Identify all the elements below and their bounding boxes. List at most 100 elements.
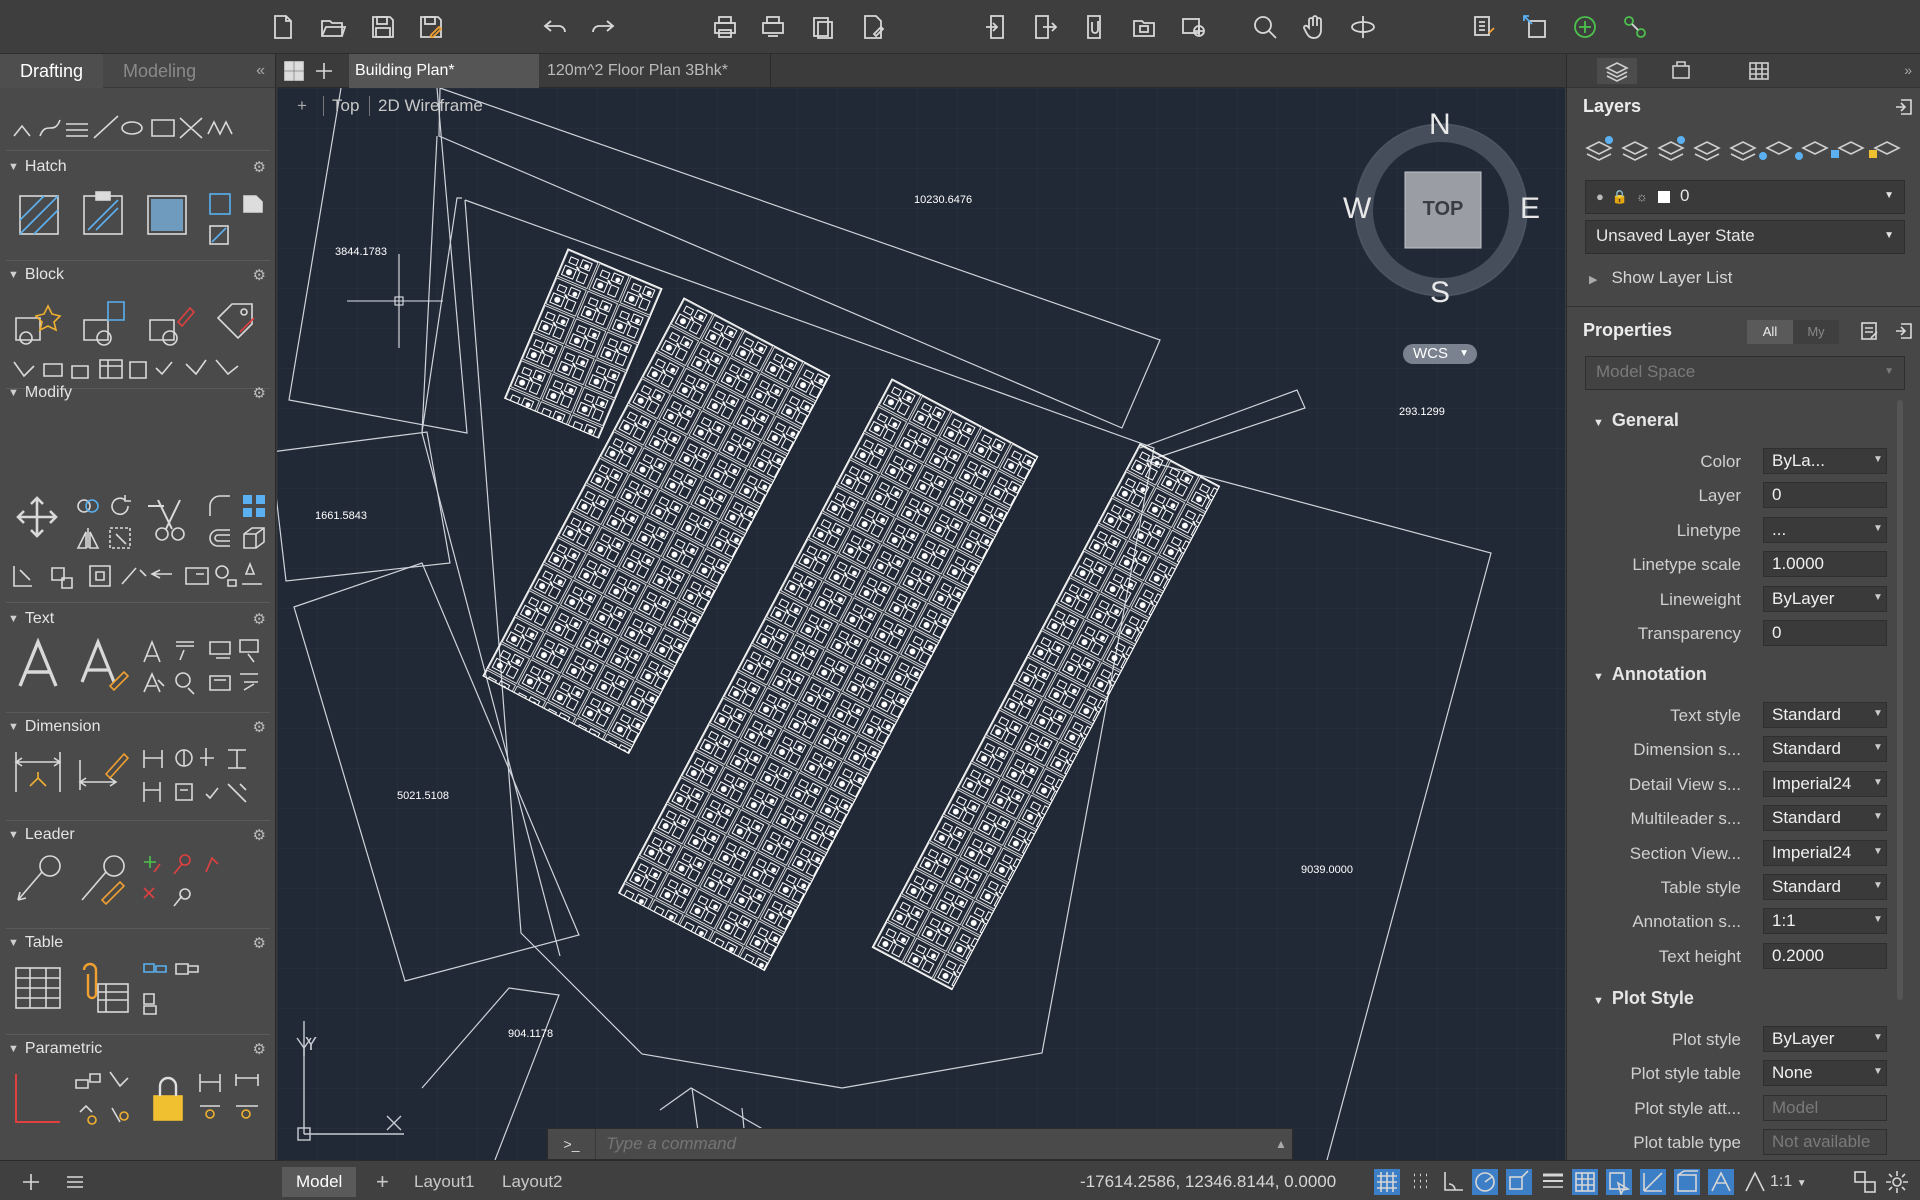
view-label[interactable]: Top bbox=[323, 96, 359, 116]
gear-icon[interactable]: ⚙ bbox=[253, 384, 266, 402]
multileader-icon[interactable] bbox=[12, 854, 64, 906]
orbit-icon[interactable] bbox=[1346, 10, 1380, 44]
gear-icon[interactable]: ⚙ bbox=[253, 934, 266, 952]
dynamic-input-icon[interactable] bbox=[1674, 1169, 1700, 1195]
constraint-tools-grid[interactable] bbox=[72, 1068, 136, 1128]
gear-icon[interactable] bbox=[1884, 1169, 1910, 1195]
dimension-tools-grid[interactable] bbox=[140, 744, 270, 806]
attach-icon[interactable] bbox=[1078, 10, 1112, 44]
tab-modeling[interactable]: Modeling bbox=[103, 54, 216, 88]
draw-tools-row[interactable] bbox=[10, 110, 268, 142]
property-value[interactable]: Standard bbox=[1763, 702, 1887, 728]
table-icon[interactable] bbox=[12, 964, 64, 1012]
zoom-icon[interactable] bbox=[1248, 10, 1282, 44]
viewcube-east[interactable]: E bbox=[1520, 192, 1540, 226]
edit-block-icon[interactable] bbox=[144, 298, 196, 350]
lock-icon[interactable] bbox=[148, 1070, 188, 1126]
property-value[interactable]: ... bbox=[1763, 516, 1887, 543]
hatch-section-title[interactable]: Hatch bbox=[25, 158, 67, 176]
table-section-title[interactable]: Table bbox=[25, 934, 63, 952]
pan-icon[interactable] bbox=[1298, 10, 1332, 44]
viewport-plus[interactable]: + bbox=[297, 96, 307, 116]
undo-icon[interactable] bbox=[538, 10, 572, 44]
property-value[interactable]: Imperial24 bbox=[1763, 839, 1887, 866]
ortho-toggle-icon[interactable] bbox=[1440, 1169, 1466, 1195]
data-link-icon[interactable] bbox=[76, 960, 132, 1016]
property-value[interactable]: Model bbox=[1763, 1094, 1887, 1121]
offset-icon[interactable] bbox=[206, 524, 234, 552]
property-value[interactable]: 1.0000 bbox=[1763, 551, 1887, 578]
annotation-group-header[interactable]: ▼ Annotation bbox=[1593, 664, 1707, 685]
layer-state-dropdown[interactable]: Unsaved Layer State ▼ bbox=[1585, 220, 1905, 254]
transparency-toggle-icon[interactable] bbox=[1572, 1169, 1598, 1195]
boundary-icon[interactable] bbox=[206, 190, 234, 218]
gear-icon[interactable]: ⚙ bbox=[253, 158, 266, 176]
add-new-icon[interactable] bbox=[1568, 10, 1602, 44]
blocks-tab-icon[interactable] bbox=[1661, 58, 1701, 84]
array-icon[interactable] bbox=[240, 492, 268, 520]
tile-view-icon[interactable] bbox=[283, 60, 305, 82]
create-block-icon[interactable] bbox=[10, 298, 62, 350]
parametric-section-title[interactable]: Parametric bbox=[25, 1040, 102, 1058]
command-line[interactable]: >_ ▲ bbox=[547, 1128, 1293, 1160]
dimension-style-icon[interactable] bbox=[76, 746, 130, 798]
save-as-icon[interactable] bbox=[414, 10, 448, 44]
modify-tools-row[interactable] bbox=[10, 560, 268, 590]
page-setup-icon[interactable] bbox=[856, 10, 890, 44]
auto-constrain-icon[interactable] bbox=[12, 1070, 64, 1126]
batch-plot-icon[interactable] bbox=[756, 10, 790, 44]
tab-building-plan[interactable]: Building Plan* bbox=[349, 54, 539, 88]
filter-all-button[interactable]: All bbox=[1747, 320, 1793, 344]
gear-icon[interactable]: ⚙ bbox=[253, 718, 266, 736]
menu-icon[interactable] bbox=[64, 1171, 86, 1193]
property-value[interactable]: Not available bbox=[1763, 1129, 1887, 1156]
scale-icon[interactable] bbox=[106, 524, 134, 552]
leader-section-title[interactable]: Leader bbox=[25, 826, 75, 844]
publish-icon[interactable] bbox=[806, 10, 840, 44]
dimension-section-title[interactable]: Dimension bbox=[25, 718, 101, 736]
property-value[interactable]: ByLa... bbox=[1763, 448, 1887, 474]
dimensional-constraint-grid[interactable] bbox=[196, 1068, 270, 1128]
layer-tools-row[interactable] bbox=[1585, 134, 1905, 164]
grid-toggle-icon[interactable] bbox=[1374, 1169, 1400, 1195]
connect-icon[interactable] bbox=[1618, 10, 1652, 44]
snap-toggle-icon[interactable] bbox=[1408, 1169, 1434, 1195]
mirror-icon[interactable] bbox=[74, 524, 102, 552]
explode-3d-icon[interactable] bbox=[240, 524, 268, 552]
gear-icon[interactable]: ⚙ bbox=[253, 1040, 266, 1058]
property-value[interactable]: Standard bbox=[1763, 736, 1887, 763]
dynamic-ucs-icon[interactable] bbox=[1640, 1169, 1666, 1195]
text-tools-grid[interactable] bbox=[140, 636, 270, 698]
copy-icon[interactable] bbox=[74, 492, 102, 520]
tab-layout1[interactable]: Layout1 bbox=[400, 1167, 489, 1197]
property-value[interactable]: None bbox=[1763, 1060, 1887, 1087]
workspace-switch-icon[interactable] bbox=[1852, 1169, 1878, 1195]
property-value[interactable]: 1:1 bbox=[1763, 908, 1887, 935]
quick-select-icon[interactable] bbox=[1859, 320, 1881, 342]
rotate-icon[interactable] bbox=[106, 492, 134, 520]
polar-toggle-icon[interactable] bbox=[1472, 1169, 1498, 1195]
insert-block-icon[interactable] bbox=[1518, 10, 1552, 44]
osnap-toggle-icon[interactable] bbox=[1506, 1169, 1532, 1195]
new-tab-icon[interactable] bbox=[313, 60, 335, 82]
viewcube-north[interactable]: N bbox=[1429, 108, 1451, 142]
plot-icon[interactable] bbox=[708, 10, 742, 44]
auto-scale-icon[interactable] bbox=[1742, 1169, 1768, 1195]
hatch-edit-icon[interactable] bbox=[206, 220, 234, 248]
gear-icon[interactable]: ⚙ bbox=[253, 610, 266, 628]
visual-style-label[interactable]: 2D Wireframe bbox=[369, 96, 483, 116]
command-input[interactable] bbox=[596, 1134, 1270, 1154]
wcs-menu[interactable]: WCS ▼ bbox=[1403, 344, 1477, 364]
filter-my-button[interactable]: My bbox=[1793, 320, 1839, 344]
property-value[interactable]: ByLayer bbox=[1763, 1026, 1887, 1052]
dimension-icon[interactable] bbox=[12, 746, 64, 798]
import-icon[interactable] bbox=[980, 10, 1014, 44]
trim-icon[interactable] bbox=[144, 494, 194, 544]
leader-tools-grid[interactable] bbox=[140, 852, 240, 912]
collapse-panel-button[interactable]: « bbox=[256, 62, 265, 80]
add-layout-button[interactable]: + bbox=[370, 1167, 395, 1197]
multiline-text-icon[interactable] bbox=[12, 636, 64, 692]
open-file-icon[interactable] bbox=[316, 10, 350, 44]
viewcube-south[interactable]: S bbox=[1430, 276, 1450, 310]
property-value[interactable]: ByLayer bbox=[1763, 585, 1887, 612]
